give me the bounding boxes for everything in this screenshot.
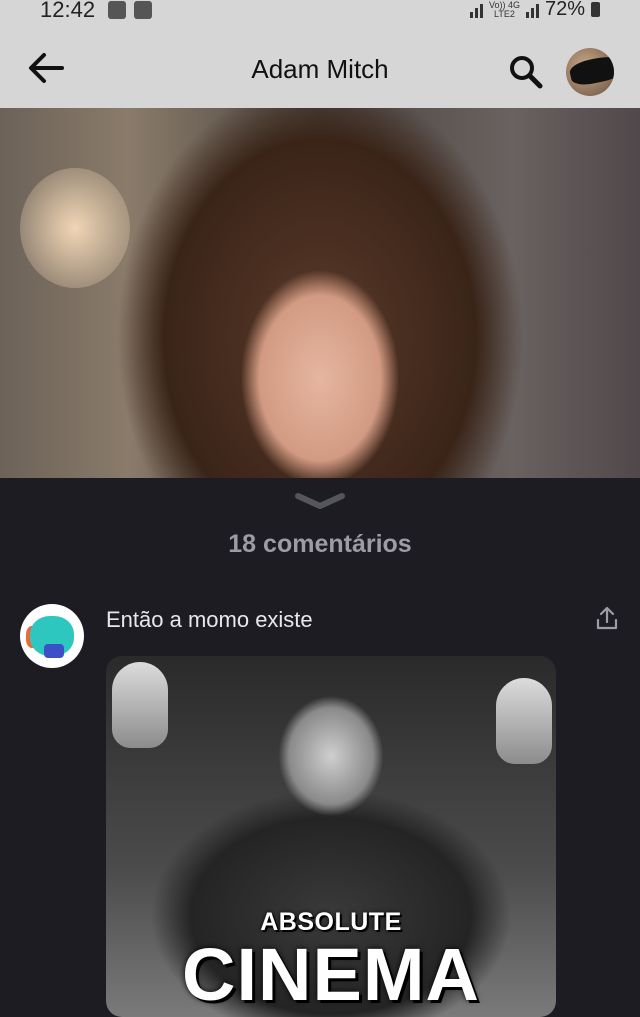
battery-icon (591, 2, 600, 17)
avatar-scribble (568, 52, 614, 88)
network-label: Vo)) 4G LTE2 (488, 0, 520, 19)
comments-count: 18 comentários (228, 530, 412, 558)
status-indicators: Vo)) 4G LTE2 72% (469, 0, 600, 21)
signal-icon-2 (525, 2, 539, 18)
raised-hand-left (112, 662, 168, 748)
comment-meme-image[interactable]: ABSOLUTE CINEMA (106, 656, 556, 1017)
status-time: 12:42 (40, 0, 96, 22)
notification-icon (108, 1, 126, 19)
background-lamp (20, 168, 130, 288)
signal-icon (469, 2, 483, 18)
battery-percent: 72% (544, 0, 585, 20)
comments-sheet: 18 comentários Então a momo existe ABSOL… (0, 478, 640, 1017)
status-bar: 12:42 Vo)) 4G LTE2 72% (0, 0, 640, 24)
user-avatar[interactable] (566, 48, 614, 96)
post-image[interactable] (0, 108, 640, 478)
top-app-bar: Adam Mitch (0, 24, 640, 108)
page-title: Adam Mitch (251, 54, 389, 84)
share-icon[interactable] (594, 606, 620, 632)
raised-hand-right (496, 678, 552, 764)
chevron-down-icon[interactable] (294, 492, 346, 510)
app-notification-icon (134, 1, 152, 19)
meme-caption-bottom: CINEMA (182, 933, 480, 1016)
commenter-avatar[interactable] (20, 604, 84, 668)
comment-text: Então a momo existe (106, 607, 313, 632)
search-icon[interactable] (508, 54, 544, 90)
